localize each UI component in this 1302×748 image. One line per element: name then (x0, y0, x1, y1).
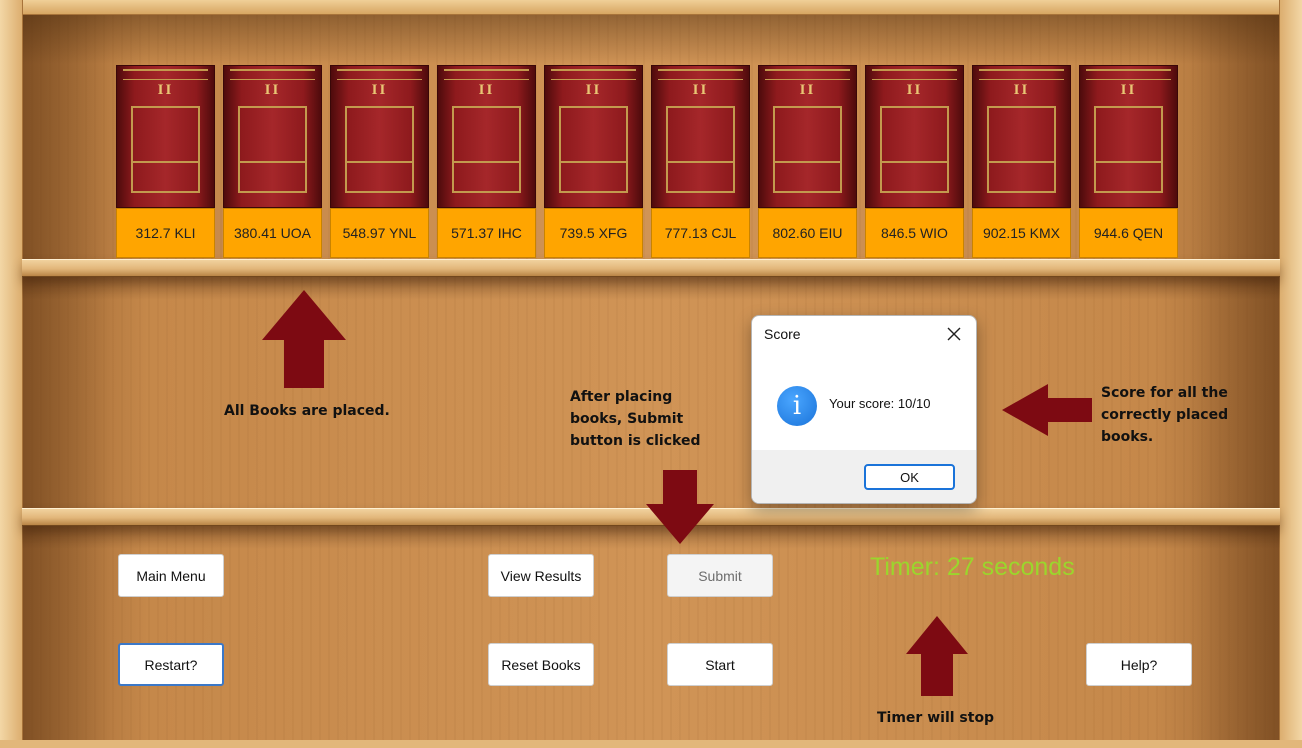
book[interactable]: II 571.37 IHC (437, 65, 536, 258)
book[interactable]: II 548.97 YNL (330, 65, 429, 258)
book-spine: II (651, 65, 750, 208)
book-numeral: II (692, 82, 709, 98)
book[interactable]: II 777.13 CJL (651, 65, 750, 258)
start-button[interactable]: Start (667, 643, 773, 686)
book-label: 380.41 UOA (223, 208, 322, 258)
book-spine: II (330, 65, 429, 208)
book-label: 777.13 CJL (651, 208, 750, 258)
reset-books-button[interactable]: Reset Books (488, 643, 594, 686)
book[interactable]: II 380.41 UOA (223, 65, 322, 258)
bookcase-top-frame (0, 0, 1302, 15)
arrow-left-icon (1002, 384, 1092, 436)
book-spine: II (758, 65, 857, 208)
book-row: II 312.7 KLI II 380.41 UOA II 548.97 YNL… (116, 65, 1178, 258)
book[interactable]: II 846.5 WIO (865, 65, 964, 258)
timer-display: Timer: 27 seconds (870, 553, 1075, 581)
book-numeral: II (157, 82, 174, 98)
shelf-top (22, 259, 1280, 277)
book-spine: II (972, 65, 1071, 208)
book-label: 846.5 WIO (865, 208, 964, 258)
book[interactable]: II 739.5 XFG (544, 65, 643, 258)
book-spine: II (437, 65, 536, 208)
book[interactable]: II 312.7 KLI (116, 65, 215, 258)
book-spine: II (223, 65, 322, 208)
arrow-up-icon (906, 616, 968, 696)
score-dialog: Score i Your score: 10/10 OK (751, 315, 977, 504)
submit-button[interactable]: Submit (667, 554, 773, 597)
book-label: 902.15 KMX (972, 208, 1071, 258)
book-numeral: II (1013, 82, 1030, 98)
book-label: 571.37 IHC (437, 208, 536, 258)
book[interactable]: II 902.15 KMX (972, 65, 1071, 258)
book-spine: II (544, 65, 643, 208)
dialog-title: Score (764, 326, 801, 342)
book-label: 739.5 XFG (544, 208, 643, 258)
ok-button[interactable]: OK (864, 464, 955, 490)
book-label: 802.60 EIU (758, 208, 857, 258)
bookcase-right-frame (1279, 0, 1302, 748)
book-numeral: II (264, 82, 281, 98)
info-icon: i (777, 386, 817, 426)
arrow-down-icon (646, 470, 714, 544)
book-label: 312.7 KLI (116, 208, 215, 258)
book[interactable]: II 802.60 EIU (758, 65, 857, 258)
book-spine: II (865, 65, 964, 208)
annotation-submit-clicked: After placing books, Submit button is cl… (570, 389, 701, 449)
book-spine: II (116, 65, 215, 208)
dialog-body: i Your score: 10/10 (752, 354, 976, 450)
restart-button[interactable]: Restart? (118, 643, 224, 686)
book[interactable]: II 944.6 QEN (1079, 65, 1178, 258)
book-numeral: II (1120, 82, 1137, 98)
view-results-button[interactable]: View Results (488, 554, 594, 597)
book-numeral: II (371, 82, 388, 98)
book-numeral: II (906, 82, 923, 98)
book-numeral: II (585, 82, 602, 98)
book-label: 944.6 QEN (1079, 208, 1178, 258)
dialog-message: Your score: 10/10 (829, 396, 931, 411)
book-numeral: II (799, 82, 816, 98)
book-numeral: II (478, 82, 495, 98)
annotation-books-placed: All Books are placed. (224, 403, 390, 419)
main-menu-button[interactable]: Main Menu (118, 554, 224, 597)
bookcase-left-frame (0, 0, 23, 748)
dialog-footer: OK (752, 450, 976, 503)
help-button[interactable]: Help? (1086, 643, 1192, 686)
arrow-up-icon (262, 290, 346, 388)
book-spine: II (1079, 65, 1178, 208)
bookcase-bottom-frame (0, 740, 1302, 748)
annotation-score: Score for all the correctly placed books… (1101, 385, 1229, 445)
book-label: 548.97 YNL (330, 208, 429, 258)
annotation-timer: Timer will stop (877, 710, 995, 726)
close-icon[interactable] (944, 324, 964, 344)
